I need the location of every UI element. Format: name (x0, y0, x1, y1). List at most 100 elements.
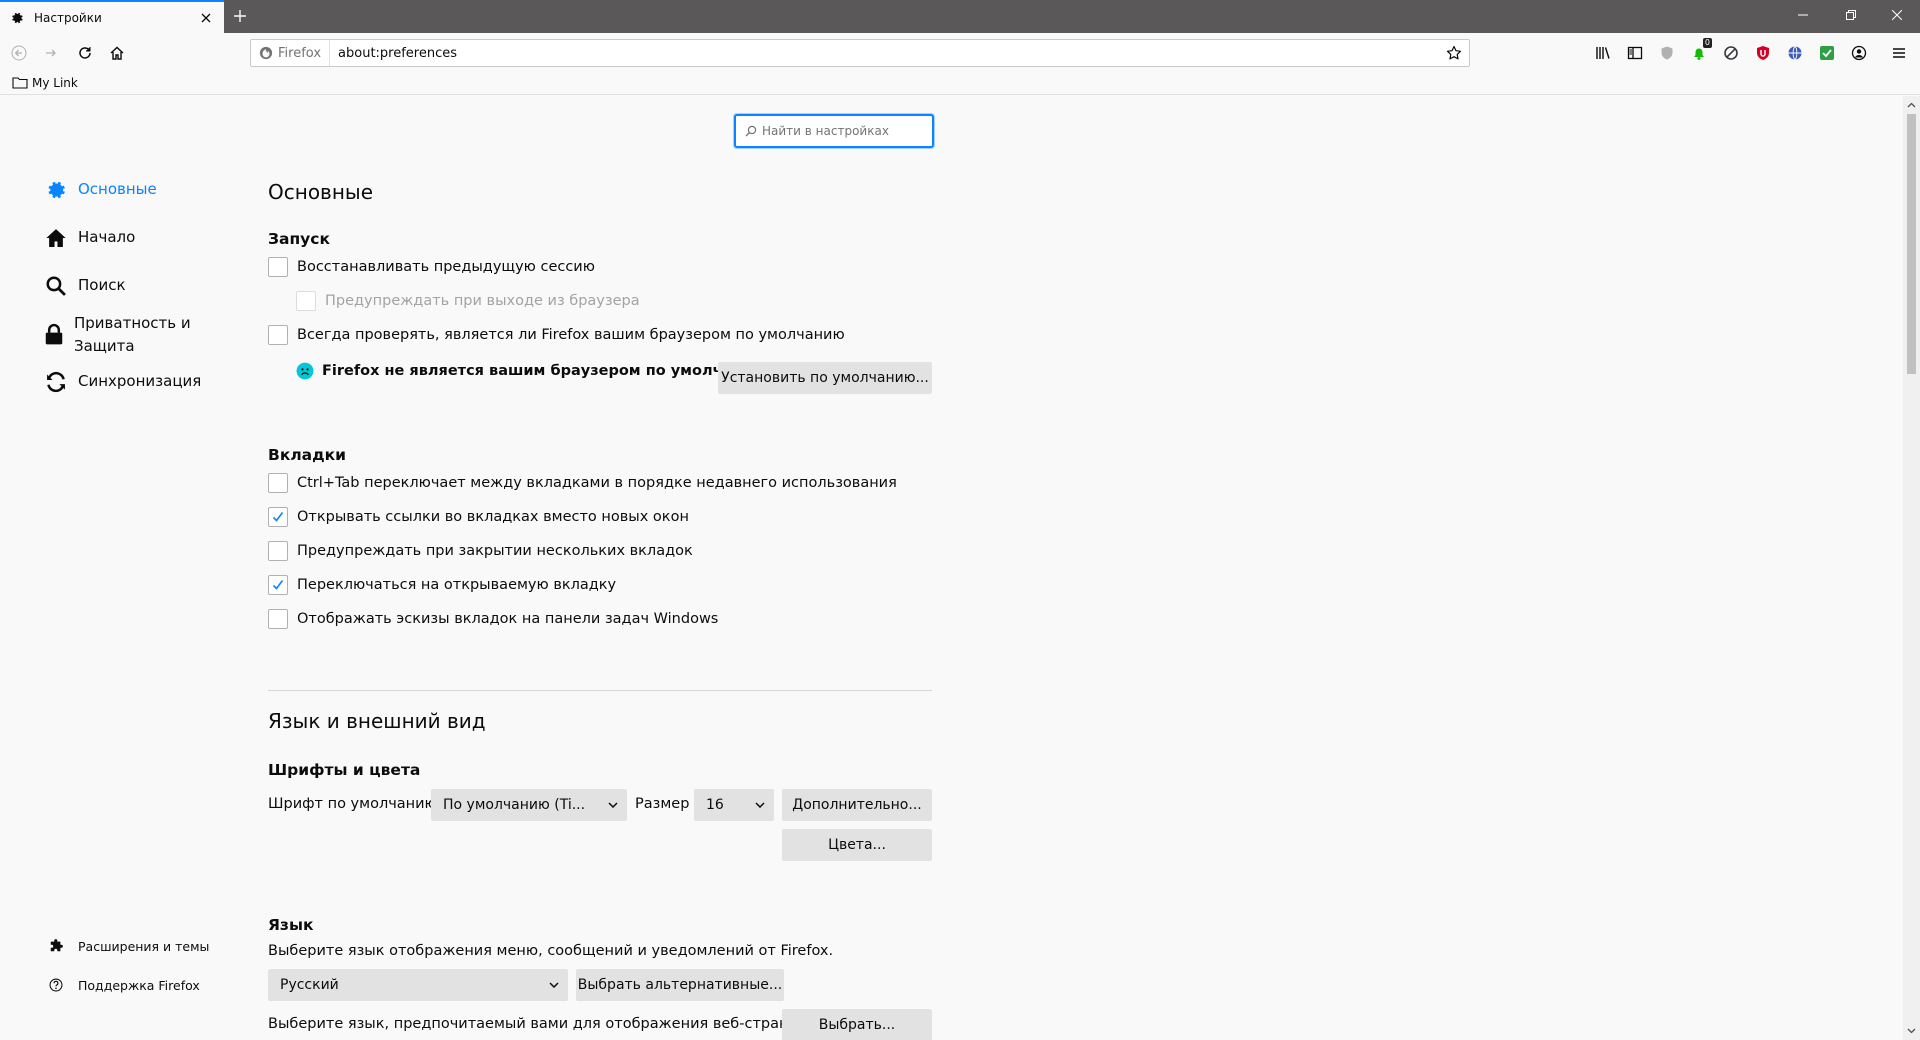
default-font-dropdown[interactable]: По умолчанию (Ti... (431, 789, 627, 821)
block-extension-icon[interactable] (1720, 42, 1742, 64)
sync-icon (44, 370, 68, 394)
dropdown-value: 16 (706, 797, 724, 813)
checkbox[interactable] (268, 541, 288, 561)
search-icon (745, 125, 757, 137)
check-extension-icon[interactable] (1816, 42, 1838, 64)
sidebar-extensions-themes[interactable]: Расширения и темы (48, 938, 209, 954)
globe-extension-icon[interactable] (1784, 42, 1806, 64)
advanced-fonts-button[interactable]: Дополнительно... (782, 789, 932, 821)
sidebar-item-label: Приватность и Защита (74, 314, 191, 355)
check-default-browser-checkbox[interactable]: Всегда проверять, является ли Firefox ва… (268, 325, 845, 345)
checkbox[interactable] (268, 473, 288, 493)
sidebar-item-sync[interactable]: Синхронизация (44, 370, 201, 394)
lock-icon (44, 322, 64, 346)
ctrl-tab-checkbox[interactable]: Ctrl+Tab переключает между вкладками в п… (268, 473, 897, 493)
bookmark-item[interactable]: My Link (12, 76, 78, 90)
close-window-button[interactable] (1874, 0, 1920, 30)
sidebar-footer-label: Расширения и темы (78, 938, 210, 954)
gear-icon (9, 10, 25, 26)
checkbox[interactable] (268, 575, 288, 595)
startup-heading: Запуск (268, 230, 330, 248)
search-input[interactable] (762, 124, 922, 138)
help-icon (48, 977, 64, 993)
checkbox-label: Открывать ссылки во вкладках вместо новы… (297, 509, 689, 525)
checkbox[interactable] (268, 257, 288, 277)
chevron-down-icon (540, 982, 568, 988)
choose-language-button[interactable]: Выбрать... (782, 1009, 932, 1040)
url-bar[interactable]: Firefox about:preferences (250, 39, 1470, 67)
checkbox[interactable] (268, 507, 288, 527)
checkbox-label: Ctrl+Tab переключает между вкладками в п… (297, 475, 897, 491)
puzzle-icon (48, 938, 64, 954)
folder-icon (12, 77, 28, 89)
sidebar-item-label: Поиск (78, 276, 126, 294)
colors-button[interactable]: Цвета... (782, 829, 932, 861)
forward-button[interactable] (38, 40, 64, 66)
font-size-label: Размер (635, 796, 690, 812)
bookmark-star-icon[interactable] (1441, 40, 1467, 66)
minimize-button[interactable] (1780, 0, 1826, 30)
checkmark-icon (272, 512, 284, 522)
default-status-text: Firefox не является вашим браузером по у… (322, 363, 767, 379)
sad-face-icon (296, 362, 314, 380)
sidebar-item-label: Синхронизация (78, 372, 202, 390)
close-tab-icon[interactable] (194, 6, 218, 30)
checkbox-label: Отображать эскизы вкладок на панели зада… (297, 611, 719, 627)
restore-session-checkbox[interactable]: Восстанавливать предыдущую сессию (268, 257, 595, 277)
sidebar-item-label: Основные (78, 180, 157, 198)
shield-extension-icon[interactable] (1656, 42, 1678, 64)
scroll-down-icon[interactable] (1907, 1026, 1916, 1035)
checkbox[interactable] (296, 291, 316, 311)
identity-box[interactable]: Firefox (251, 40, 331, 66)
warn-close-tabs-checkbox[interactable]: Предупреждать при закрытии нескольких вк… (268, 541, 693, 561)
sidebar-item-search[interactable]: Поиск (44, 274, 126, 298)
identity-label: Firefox (278, 45, 322, 61)
checkbox-label: Восстанавливать предыдущую сессию (297, 259, 595, 275)
sidebar-item-privacy[interactable]: Приватность и Защита (44, 312, 194, 358)
default-font-label: Шрифт по умолчанию (268, 796, 437, 812)
home-button[interactable] (104, 40, 130, 66)
preferences-page: Основные Начало Поиск Приватность и Защи… (0, 96, 1903, 1040)
sidebar-item-home[interactable]: Начало (44, 226, 135, 250)
scroll-thumb[interactable] (1907, 114, 1916, 374)
new-tab-button[interactable] (228, 4, 252, 28)
menu-icon[interactable] (1888, 42, 1910, 64)
account-icon[interactable] (1848, 42, 1870, 64)
sidebar-toggle-icon[interactable] (1624, 42, 1646, 64)
preferences-search[interactable] (734, 114, 934, 148)
open-links-in-tabs-checkbox[interactable]: Открывать ссылки во вкладках вместо новы… (268, 507, 689, 527)
url-text[interactable]: about:preferences (338, 46, 1441, 61)
gear-icon (44, 178, 68, 202)
tab-bar: Настройки (0, 0, 1920, 33)
font-size-dropdown[interactable]: 16 (694, 789, 774, 821)
set-default-button[interactable]: Установить по умолчанию... (718, 362, 932, 394)
section-divider (268, 690, 932, 691)
warn-on-quit-checkbox[interactable]: Предупреждать при выходе из браузера (296, 291, 640, 311)
notification-extension-icon[interactable]: 0 (1688, 38, 1712, 64)
page-title: Основные (268, 180, 374, 204)
tab-settings[interactable]: Настройки (0, 0, 224, 33)
restore-button[interactable] (1828, 0, 1874, 30)
sidebar-footer-label: Поддержка Firefox (78, 977, 200, 993)
checkbox[interactable] (268, 609, 288, 629)
bookmark-label: My Link (32, 76, 78, 90)
scroll-up-icon[interactable] (1907, 100, 1916, 109)
scrollbar[interactable] (1903, 96, 1920, 1040)
appearance-title: Язык и внешний вид (268, 709, 486, 733)
default-browser-status: Firefox не является вашим браузером по у… (296, 362, 767, 380)
checkbox[interactable] (268, 325, 288, 345)
choose-alternatives-button[interactable]: Выбрать альтернативные... (576, 969, 784, 1001)
checkmark-icon (272, 580, 284, 590)
back-button[interactable] (6, 40, 32, 66)
switch-to-new-tab-checkbox[interactable]: Переключаться на открываемую вкладку (268, 575, 616, 595)
language-dropdown[interactable]: Русский (268, 969, 568, 1001)
dropdown-value: Русский (280, 977, 339, 993)
dropdown-value: По умолчанию (Ti... (443, 797, 586, 813)
sidebar-firefox-support[interactable]: Поддержка Firefox (48, 977, 200, 993)
web-language-description: Выберите язык, предпочитаемый вами для о… (268, 1016, 808, 1032)
sidebar-item-general[interactable]: Основные (44, 178, 157, 202)
ublock-extension-icon[interactable] (1752, 42, 1774, 64)
reload-button[interactable] (72, 40, 98, 66)
library-icon[interactable] (1592, 42, 1614, 64)
taskbar-previews-checkbox[interactable]: Отображать эскизы вкладок на панели зада… (268, 609, 718, 629)
